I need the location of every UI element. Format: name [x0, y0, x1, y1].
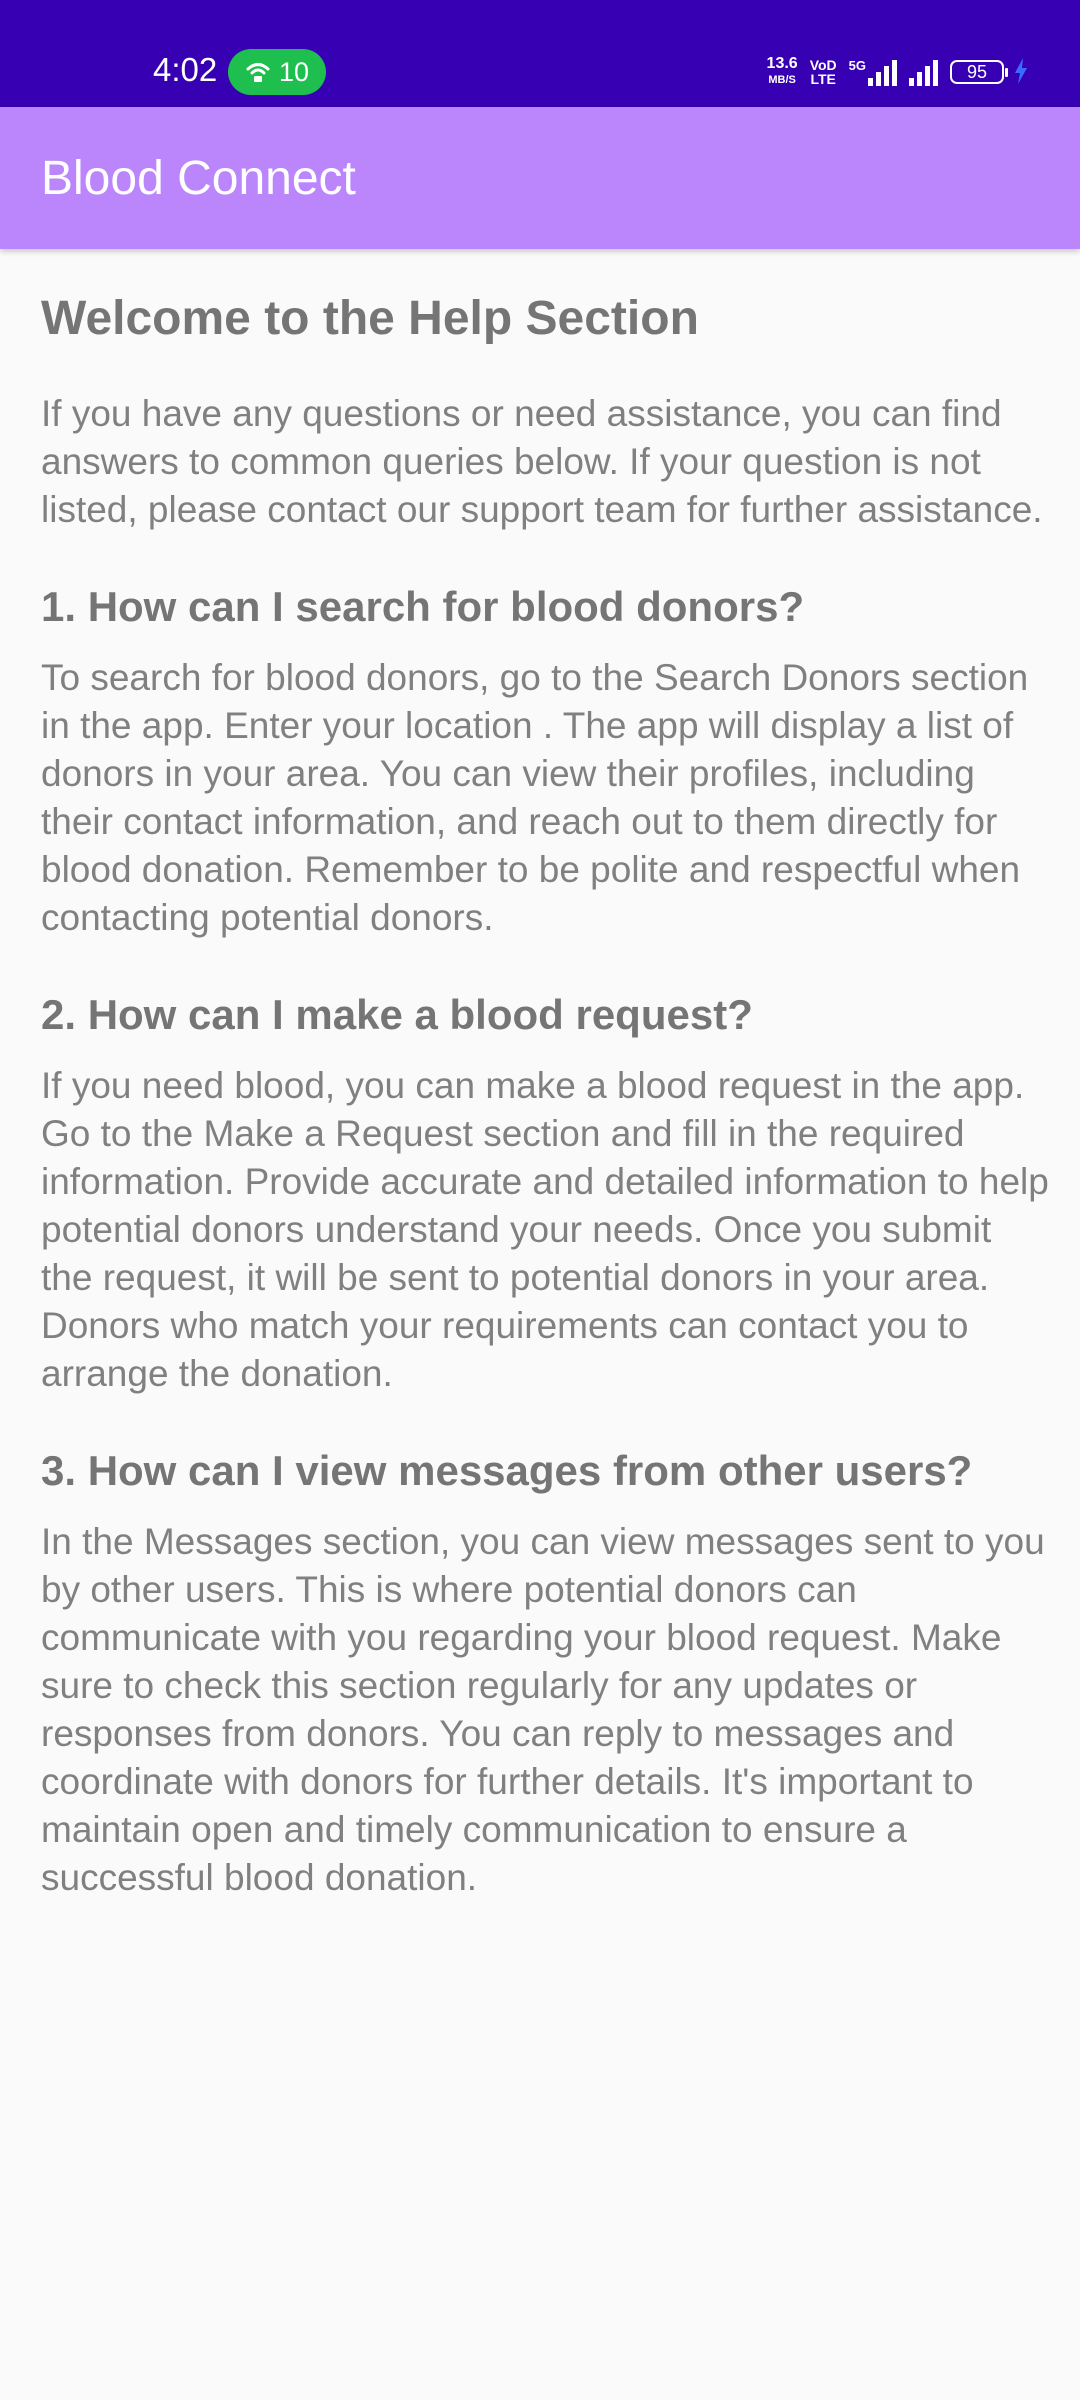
network-type: 5G [848, 58, 866, 73]
battery-icon: 95 [950, 60, 1008, 84]
app-bar: Blood Connect [0, 107, 1080, 249]
cellular-signal-1: 5G [849, 58, 897, 86]
volte-top: VoD [809, 57, 837, 73]
network-speed-unit: MB/S [768, 74, 796, 86]
battery-level: 95 [966, 61, 988, 82]
faq-item: 2. How can I make a blood request? If yo… [41, 988, 1051, 1398]
volte-bottom: LTE [810, 71, 836, 87]
status-time: 4:02 [153, 51, 218, 88]
faq-answer: If you need blood, you can make a blood … [41, 1065, 1049, 1394]
status-icons: 13.6 MB/S VoD LTE 5G 95 [767, 52, 1008, 92]
network-speed: 13.6 MB/S [767, 56, 798, 88]
volte-icon: VoD LTE [810, 58, 837, 86]
faq-answer: In the Messages section, you can view me… [41, 1521, 1045, 1898]
faq-question: 2. How can I make a blood request? [41, 991, 753, 1038]
status-bar: 4:02 10 13.6 MB/S VoD LTE 5G 95 [0, 0, 1080, 107]
signal-icon [868, 58, 897, 86]
hotspot-count: 10 [278, 56, 310, 87]
signal-icon-2 [909, 58, 938, 86]
faq-question: 3. How can I view messages from other us… [41, 1447, 973, 1494]
help-intro: If you have any questions or need assist… [41, 393, 1043, 530]
page-title: Welcome to the Help Section [41, 292, 699, 345]
faq-answer: To search for blood donors, go to the Se… [41, 657, 1029, 938]
app-title: Blood Connect [41, 152, 356, 205]
faq-item: 1. How can I search for blood donors? To… [41, 580, 1051, 942]
hotspot-indicator[interactable]: 10 [228, 49, 326, 95]
network-speed-value: 13.6 [766, 55, 798, 72]
help-content[interactable]: Welcome to the Help Section If you have … [41, 290, 1051, 1902]
charging-icon [1014, 58, 1028, 89]
faq-question: 1. How can I search for blood donors? [41, 583, 805, 630]
faq-item: 3. How can I view messages from other us… [41, 1444, 1051, 1902]
hotspot-icon [245, 59, 271, 85]
